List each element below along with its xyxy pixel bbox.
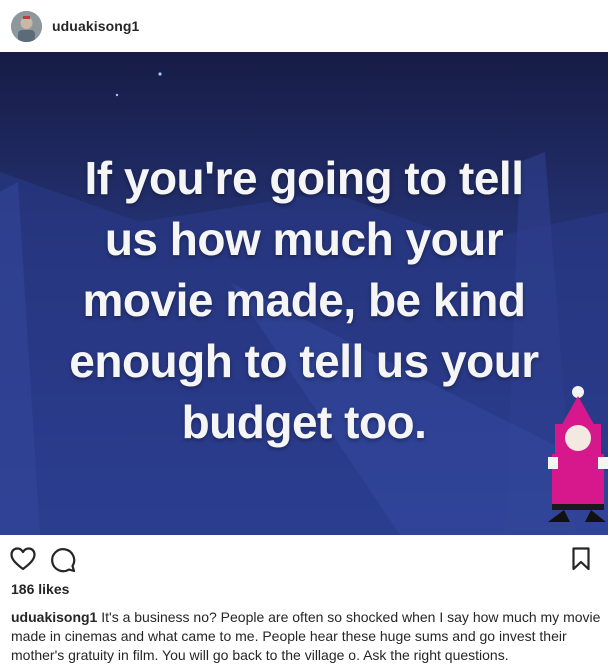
quote-line: If you're going to tell (84, 152, 524, 204)
quote-line: movie made, be kind (82, 274, 526, 326)
avatar-image (11, 10, 42, 42)
star-icon (158, 72, 162, 76)
post-username[interactable]: uduakisong1 (52, 18, 139, 34)
quote-text: If you're going to tell us how much your… (0, 148, 608, 453)
action-bar (0, 535, 608, 583)
post-caption: uduakisong1 It's a business no? People a… (11, 608, 601, 665)
heart-icon[interactable] (10, 547, 36, 571)
star-icon (115, 93, 119, 97)
post-image[interactable]: If you're going to tell us how much your… (0, 52, 608, 535)
quote-line: budget too. (181, 396, 427, 448)
likes-count[interactable]: 186 likes (11, 581, 69, 597)
quote-line: enough to tell us your (69, 335, 539, 387)
avatar[interactable] (11, 10, 42, 42)
caption-text: It's a business no? People are often so … (11, 609, 601, 663)
bookmark-icon[interactable] (572, 547, 590, 571)
comment-icon[interactable] (50, 547, 76, 573)
caption-username[interactable]: uduakisong1 (11, 609, 97, 625)
post-header: uduakisong1 (0, 0, 608, 52)
quote-line: us how much your (104, 213, 504, 265)
